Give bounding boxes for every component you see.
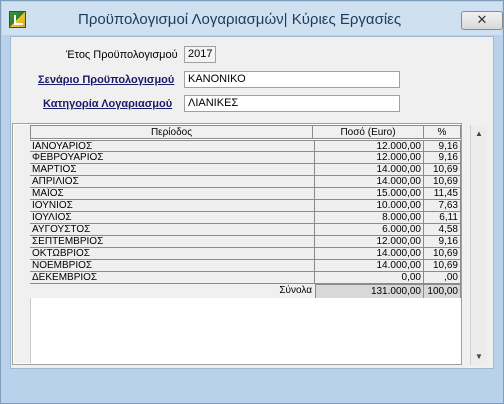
year-field[interactable]: 2017 — [184, 46, 216, 63]
totals-label: Σύνολα — [30, 284, 315, 298]
cell-period[interactable]: ΣΕΠΤΕΜΒΡΙΟΣ — [30, 236, 315, 248]
column-header-period[interactable]: Περίοδος — [30, 125, 313, 139]
column-header-amount[interactable]: Ποσό (Euro) — [313, 125, 424, 139]
content-panel: Έτος Προϋπολογισμού 2017 Σενάριο Προϋπολ… — [10, 36, 494, 369]
row-indicator-column — [14, 125, 31, 363]
cell-amount[interactable]: 14.000,00 — [315, 248, 424, 260]
cell-percent[interactable]: 7,63 — [424, 200, 461, 212]
cell-amount[interactable]: 12.000,00 — [315, 236, 424, 248]
scenario-label[interactable]: Σενάριο Προϋπολογισμού — [38, 74, 174, 86]
cell-amount[interactable]: 10.000,00 — [315, 200, 424, 212]
table-row[interactable]: ΔΕΚΕΜΒΡΙΟΣ 0,00 ,00 — [30, 272, 461, 284]
cell-percent[interactable]: ,00 — [424, 272, 461, 284]
title-bar: Προϋπολογισμοί Λογαριασμών| Κύριες Εργασ… — [2, 2, 503, 35]
cell-amount[interactable]: 12.000,00 — [315, 152, 424, 164]
table-row[interactable]: ΙΟΥΝΙΟΣ 10.000,00 7,63 — [30, 200, 461, 212]
table-row[interactable]: ΜΑΡΤΙΟΣ 14.000,00 10,69 — [30, 164, 461, 176]
table-row[interactable]: ΑΠΡΙΛΙΟΣ 14.000,00 10,69 — [30, 176, 461, 188]
app-icon — [9, 11, 26, 28]
cell-amount[interactable]: 14.000,00 — [315, 260, 424, 272]
cell-percent[interactable]: 11,45 — [424, 188, 461, 200]
total-percent: 100,00 — [424, 284, 461, 298]
scroll-up-arrow-icon[interactable]: ▲ — [471, 125, 487, 142]
window-title: Προϋπολογισμοί Λογαριασμών| Κύριες Εργασ… — [78, 11, 402, 28]
table-row[interactable]: ΦΕΒΡΟΥΑΡΙΟΣ 12.000,00 9,16 — [30, 152, 461, 164]
cell-amount[interactable]: 0,00 — [315, 272, 424, 284]
cell-amount[interactable]: 15.000,00 — [315, 188, 424, 200]
scroll-down-arrow-icon[interactable]: ▼ — [471, 348, 487, 365]
cell-period[interactable]: ΙΑΝΟΥΑΡΙΟΣ — [30, 140, 315, 152]
table-row[interactable]: ΝΟΕΜΒΡΙΟΣ 14.000,00 10,69 — [30, 260, 461, 272]
cell-percent[interactable]: 4,58 — [424, 224, 461, 236]
cell-amount[interactable]: 6.000,00 — [315, 224, 424, 236]
table-row[interactable]: ΟΚΤΩΒΡΙΟΣ 14.000,00 10,69 — [30, 248, 461, 260]
table-row[interactable]: ΣΕΠΤΕΜΒΡΙΟΣ 12.000,00 9,16 — [30, 236, 461, 248]
cell-period[interactable]: ΔΕΚΕΜΒΡΙΟΣ — [30, 272, 315, 284]
cell-percent[interactable]: 10,69 — [424, 260, 461, 272]
budget-table: Περίοδος Ποσό (Euro) % ΙΑΝΟΥΑΡΙΟΣ 12.000… — [12, 123, 462, 365]
cell-period[interactable]: ΙΟΥΛΙΟΣ — [30, 212, 315, 224]
table-row[interactable]: ΙΟΥΛΙΟΣ 8.000,00 6,11 — [30, 212, 461, 224]
cell-percent[interactable]: 10,69 — [424, 164, 461, 176]
cell-amount[interactable]: 14.000,00 — [315, 164, 424, 176]
cell-percent[interactable]: 9,16 — [424, 152, 461, 164]
category-label[interactable]: Κατηγορία Λογαριασμού — [43, 98, 172, 110]
scroll-thumb[interactable] — [473, 143, 485, 347]
budget-window: Προϋπολογισμοί Λογαριασμών| Κύριες Εργασ… — [0, 0, 504, 404]
cell-percent[interactable]: 9,16 — [424, 140, 461, 152]
column-header-percent[interactable]: % — [424, 125, 461, 139]
cell-period[interactable]: ΑΥΓΟΥΣΤΟΣ — [30, 224, 315, 236]
cell-percent[interactable]: 6,11 — [424, 212, 461, 224]
cell-period[interactable]: ΜΑΡΤΙΟΣ — [30, 164, 315, 176]
cell-percent[interactable]: 9,16 — [424, 236, 461, 248]
total-amount: 131.000,00 — [315, 284, 424, 298]
vertical-scrollbar[interactable]: ▲ ▼ — [470, 125, 487, 365]
cell-period[interactable]: ΟΚΤΩΒΡΙΟΣ — [30, 248, 315, 260]
cell-percent[interactable]: 10,69 — [424, 248, 461, 260]
category-field[interactable]: ΛΙΑΝΙΚΕΣ — [184, 95, 400, 112]
cell-period[interactable]: ΙΟΥΝΙΟΣ — [30, 200, 315, 212]
cell-period[interactable]: ΦΕΒΡΟΥΑΡΙΟΣ — [30, 152, 315, 164]
scenario-field[interactable]: ΚΑΝΟΝΙΚΟ — [184, 71, 400, 88]
cell-amount[interactable]: 14.000,00 — [315, 176, 424, 188]
cell-amount[interactable]: 12.000,00 — [315, 140, 424, 152]
cell-percent[interactable]: 10,69 — [424, 176, 461, 188]
totals-row: Σύνολα 131.000,00 100,00 — [30, 284, 461, 298]
cell-period[interactable]: ΝΟΕΜΒΡΙΟΣ — [30, 260, 315, 272]
table-row[interactable]: ΜΑΪΟΣ 15.000,00 11,45 — [30, 188, 461, 200]
cell-period[interactable]: ΜΑΪΟΣ — [30, 188, 315, 200]
table-row[interactable]: ΑΥΓΟΥΣΤΟΣ 6.000,00 4,58 — [30, 224, 461, 236]
table-header: Περίοδος Ποσό (Euro) % — [30, 125, 461, 139]
close-button[interactable]: ✕ — [461, 11, 503, 30]
cell-period[interactable]: ΑΠΡΙΛΙΟΣ — [30, 176, 315, 188]
table-row[interactable]: ΙΑΝΟΥΑΡΙΟΣ 12.000,00 9,16 — [30, 140, 461, 152]
year-label: Έτος Προϋπολογισμού — [66, 49, 178, 61]
cell-amount[interactable]: 8.000,00 — [315, 212, 424, 224]
